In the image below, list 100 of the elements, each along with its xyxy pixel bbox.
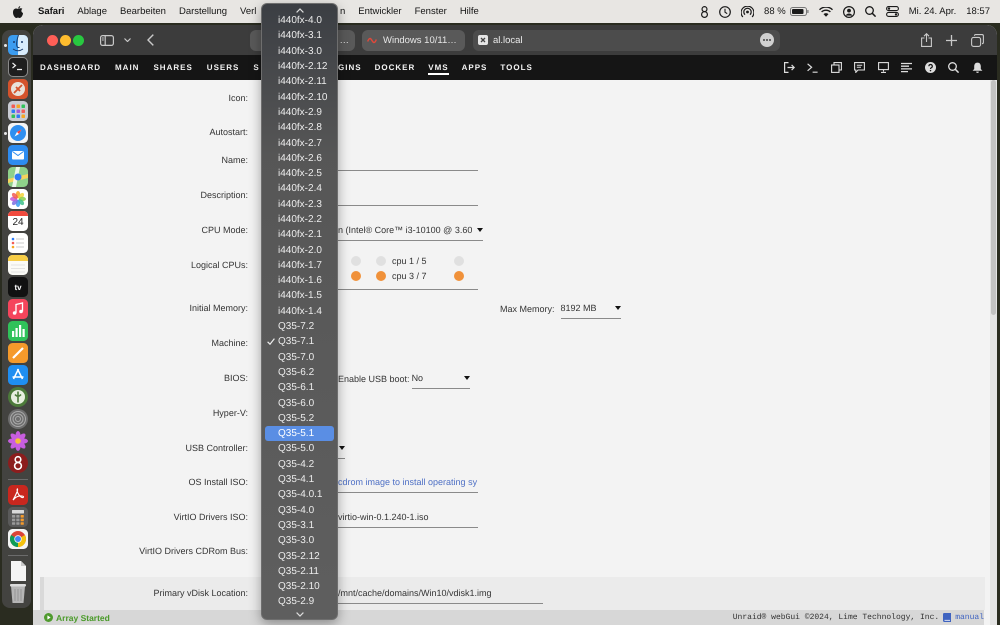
nav-tab[interactable]: DASHBOARD <box>40 60 101 75</box>
nav-tab[interactable]: S <box>253 60 260 75</box>
pdf-icon[interactable] <box>8 485 28 505</box>
menu-option[interactable]: Q35-2.9 <box>265 594 334 610</box>
toggles-icon[interactable] <box>886 6 899 17</box>
text-field[interactable]: /mnt/cache/domains/Win10/vdisk1.img <box>338 583 543 604</box>
logout-icon[interactable] <box>784 62 794 73</box>
daisy-icon[interactable] <box>8 431 28 451</box>
menu-item[interactable]: Verl <box>240 6 256 17</box>
menu-option[interactable]: Q35-2.10 <box>265 578 334 594</box>
menu-option[interactable]: i440fx-2.0 <box>265 242 334 258</box>
menu-option[interactable]: Q35-4.0 <box>265 502 334 518</box>
menu-option[interactable]: Q35-6.2 <box>265 364 334 380</box>
rings-icon[interactable] <box>8 409 28 429</box>
browser-tab[interactable]: … <box>338 30 355 50</box>
menu-option[interactable]: Q35-6.1 <box>265 380 334 396</box>
scroll-up-icon[interactable] <box>296 8 304 13</box>
cpu-checkbox[interactable] <box>351 270 361 280</box>
nav-tab[interactable]: VMS <box>428 60 449 75</box>
more-icon[interactable] <box>760 33 774 47</box>
menu-item[interactable]: n <box>340 6 346 17</box>
menu-option[interactable]: i440fx-3.1 <box>265 28 334 44</box>
menu-item[interactable]: Fenster <box>414 6 447 17</box>
music-note-icon[interactable] <box>8 299 28 319</box>
menu-option[interactable]: i440fx-2.3 <box>265 196 334 212</box>
menu-option[interactable]: Q35-7.0 <box>265 350 334 365</box>
menu-option[interactable]: i440fx-2.5 <box>265 166 334 182</box>
map-icon[interactable] <box>8 167 28 187</box>
list-icon[interactable] <box>901 62 912 73</box>
cpu-checkbox[interactable] <box>454 270 464 280</box>
menu-option[interactable]: Q35-5.0 <box>265 441 334 457</box>
compass-icon[interactable] <box>8 123 28 143</box>
figure-eight-icon[interactable] <box>8 453 28 473</box>
menu-option[interactable]: i440fx-2.11 <box>265 74 334 90</box>
search-icon[interactable] <box>864 6 876 17</box>
select-field[interactable]: No <box>412 368 470 389</box>
figure-eight-icon[interactable] <box>700 6 710 18</box>
menu-option[interactable]: i440fx-2.12 <box>265 58 334 74</box>
menu-option[interactable]: i440fx-2.6 <box>265 150 334 166</box>
pen-icon[interactable] <box>8 343 28 363</box>
comment-icon[interactable] <box>854 62 865 73</box>
menu-option[interactable]: Q35-3.0 <box>265 533 334 548</box>
text-field[interactable]: virtio-win-0.1.240-1.iso <box>338 507 478 528</box>
nav-tab[interactable]: APPS <box>462 60 488 75</box>
menu-option[interactable]: Q35-7.2 <box>265 318 334 334</box>
chevron-down-icon[interactable] <box>124 38 130 42</box>
menu-option[interactable]: i440fx-3.0 <box>265 44 334 59</box>
scrollbar-thumb[interactable] <box>991 80 996 315</box>
manual-link[interactable]: manual <box>955 613 984 622</box>
menu-option[interactable]: i440fx-4.0 <box>265 13 334 28</box>
menu-option[interactable]: i440fx-2.9 <box>265 104 334 120</box>
checklist-icon[interactable] <box>8 233 28 253</box>
notepad-icon[interactable] <box>8 255 28 275</box>
menu-option[interactable]: Q35-6.0 <box>265 395 334 411</box>
monitor-icon[interactable] <box>878 62 888 73</box>
user-icon[interactable] <box>842 6 855 18</box>
bar-chart-icon[interactable] <box>8 321 28 341</box>
menu-option[interactable]: Q35-2.11 <box>265 564 334 579</box>
terminal-icon[interactable] <box>8 57 28 77</box>
smiling-face-icon[interactable] <box>8 35 28 55</box>
help-icon[interactable] <box>924 62 936 73</box>
bell-icon[interactable] <box>972 62 982 73</box>
menu-option[interactable]: Q35-5.2 <box>265 410 334 426</box>
menu-item[interactable]: Hilfe <box>460 6 479 17</box>
menu-option[interactable]: i440fx-1.7 <box>265 258 334 274</box>
maximize-icon[interactable] <box>73 34 84 46</box>
menu-option[interactable]: i440fx-2.8 <box>265 120 334 136</box>
nav-tab[interactable]: USERS <box>206 60 240 75</box>
nav-tab[interactable]: TOOLS <box>500 60 533 75</box>
menu-item[interactable]: Entwickler <box>358 6 402 17</box>
select-field[interactable]: 8192 MB <box>560 298 621 319</box>
menu-option[interactable]: i440fx-2.10 <box>265 89 334 105</box>
share-icon[interactable] <box>920 33 932 47</box>
menu-option[interactable]: Q35-4.0.1 <box>265 487 334 502</box>
calendar-icon[interactable]: 24 <box>8 211 28 231</box>
menu-item[interactable]: Ablage <box>77 6 107 17</box>
menu-option[interactable]: Q35-2.12 <box>265 548 334 564</box>
tree-badge-icon[interactable] <box>8 387 28 407</box>
document-icon[interactable] <box>10 561 26 581</box>
pinwheel-icon[interactable] <box>8 189 28 209</box>
menu-option[interactable]: i440fx-2.4 <box>265 181 334 197</box>
nav-tab[interactable]: SHARES <box>153 60 193 75</box>
menu-option[interactable]: Q35-4.2 <box>265 456 334 472</box>
text-field[interactable]: cdrom image to install operating sy <box>338 472 478 493</box>
menu-option[interactable]: i440fx-1.6 <box>265 273 334 288</box>
scroll-down-icon[interactable] <box>296 612 304 617</box>
wifi-icon[interactable] <box>818 6 833 16</box>
cpu-checkbox[interactable] <box>376 270 386 280</box>
wheel-icon[interactable] <box>8 529 28 549</box>
menu-item[interactable]: Bearbeiten <box>120 6 166 17</box>
satellite-icon[interactable] <box>8 79 28 99</box>
menu-option[interactable]: Q35-7.1 <box>265 334 334 350</box>
tabs-icon[interactable] <box>970 34 984 46</box>
close-icon[interactable] <box>47 34 58 46</box>
nav-tab[interactable]: GINS <box>338 60 362 75</box>
back-icon[interactable] <box>146 34 154 46</box>
broadcast-icon[interactable] <box>741 6 754 18</box>
battery-icon[interactable] <box>790 7 809 16</box>
app-grid-icon[interactable] <box>8 101 28 121</box>
menu-item[interactable]: Darstellung <box>178 6 228 17</box>
